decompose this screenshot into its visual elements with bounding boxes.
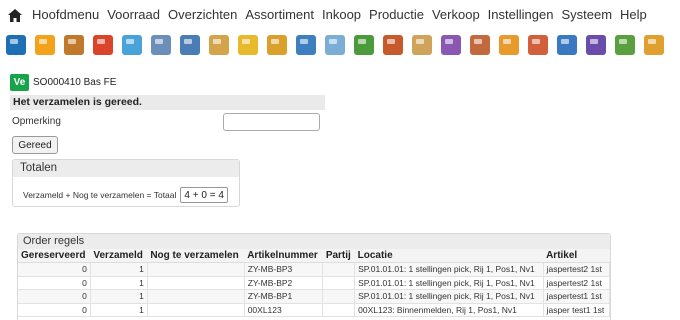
order-lines-title: Order regels	[18, 234, 610, 249]
col-nog-te-verzamelen[interactable]: Nog te verzamelen	[147, 249, 245, 263]
table-header-row: Gereserveerd Verzameld Nog te verzamelen…	[18, 249, 610, 263]
cell-nog-te-verzamelen	[147, 276, 245, 290]
col-verzameld[interactable]: Verzameld	[90, 249, 148, 263]
totals-body: Verzameld + Nog te verzamelen = Totaal 4…	[23, 187, 228, 203]
totals-title: Totalen	[13, 160, 239, 177]
box-plus-icon[interactable]	[238, 35, 258, 55]
user-icon[interactable]	[644, 35, 664, 55]
cell-artikelnummer: ZY-MB-BP1	[244, 289, 324, 304]
cell-locatie: SP.01.01.01: 1 stellingen pick, Rij 1, P…	[354, 276, 544, 290]
box-write-icon[interactable]	[586, 35, 606, 55]
menu-help[interactable]: Help	[616, 0, 651, 30]
cell-artikelnummer: 00XL123	[244, 303, 324, 317]
menu-instellingen[interactable]: Instellingen	[484, 0, 558, 30]
cell-artikel: jaspertest2 1st	[543, 262, 610, 277]
totals-formula-label: Verzameld + Nog te verzamelen = Totaal	[23, 190, 177, 200]
menu-inkoop[interactable]: Inkoop	[318, 0, 365, 30]
remark-input[interactable]	[223, 113, 320, 131]
record-badge: Ve	[10, 74, 29, 91]
home-icon[interactable]	[2, 0, 28, 30]
done-button[interactable]: Gereed	[12, 136, 58, 154]
zoom-icon[interactable]	[325, 35, 345, 55]
menu-overzichten[interactable]: Overzichten	[164, 0, 241, 30]
cell-locatie: SP.01.01.01: 1 stellingen pick, Rij 1, P…	[354, 289, 544, 304]
box-blue-icon[interactable]	[557, 35, 577, 55]
phone-icon[interactable]	[6, 35, 26, 55]
search-icon[interactable]	[296, 35, 316, 55]
status-message: Het verzamelen is gereed.	[10, 95, 325, 110]
menu-assortiment[interactable]: Assortiment	[241, 0, 318, 30]
cell-partij	[322, 276, 356, 290]
menu-voorraad[interactable]: Voorraad	[103, 0, 164, 30]
cell-partij	[322, 262, 356, 277]
folder-icon[interactable]	[35, 35, 55, 55]
menu-hoofdmenu[interactable]: Hoofdmenu	[28, 0, 103, 30]
col-artikel[interactable]: Artikel	[543, 249, 610, 263]
menu-verkoop[interactable]: Verkoop	[428, 0, 484, 30]
cell-verzameld: 1	[90, 289, 148, 304]
grid-icon[interactable]	[151, 35, 171, 55]
box-add-icon[interactable]	[180, 35, 200, 55]
table-row[interactable]: 0 1 ZY-MB-BP2 SP.01.01.01: 1 stellingen …	[18, 276, 610, 290]
col-partij[interactable]: Partij	[322, 249, 355, 263]
cell-nog-te-verzamelen	[147, 289, 245, 304]
pallet-icon[interactable]	[64, 35, 84, 55]
order-lines-panel: Order regels Gereserveerd Verzameld Nog …	[17, 233, 611, 320]
cell-verzameld: 1	[90, 262, 148, 277]
box-doc-icon[interactable]	[470, 35, 490, 55]
cell-partij	[322, 303, 356, 317]
cell-nog-te-verzamelen	[147, 303, 245, 317]
totals-calc: 4 + 0 = 4	[180, 187, 228, 203]
menu-systeem[interactable]: Systeem	[557, 0, 616, 30]
cell-artikelnummer: ZY-MB-BP2	[244, 276, 324, 290]
menu-bar: Hoofdmenu Voorraad Overzichten Assortime…	[0, 0, 680, 30]
cell-gereserveerd: 0	[18, 262, 91, 277]
totals-panel: Totalen Verzameld + Nog te verzamelen = …	[12, 159, 240, 207]
cell-gereserveerd: 0	[18, 289, 91, 304]
cell-gereserveerd: 0	[18, 303, 91, 317]
order-lines-table: Gereserveerd Verzameld Nog te verzamelen…	[18, 249, 610, 317]
cell-artikel: jaspertest2 1st	[543, 276, 610, 290]
cell-artikel: jasper test1 1st	[543, 303, 610, 317]
user-box-icon[interactable]	[499, 35, 519, 55]
cell-artikelnummer: ZY-MB-BP3	[244, 262, 324, 277]
cell-gereserveerd: 0	[18, 276, 91, 290]
document-icon[interactable]	[122, 35, 142, 55]
globe-icon[interactable]	[354, 35, 374, 55]
box-edit-icon[interactable]	[412, 35, 432, 55]
menu-productie[interactable]: Productie	[365, 0, 428, 30]
table-row[interactable]: 0 1 00XL123 00XL123: Binnenmelden, Rij 1…	[18, 303, 610, 317]
col-locatie[interactable]: Locatie	[354, 249, 544, 263]
pen-icon[interactable]	[441, 35, 461, 55]
box-link-icon[interactable]	[528, 35, 548, 55]
box-green-icon[interactable]	[615, 35, 635, 55]
record-header: Ve SO000410 Bas FE	[10, 74, 116, 91]
remark-label: Opmerking	[12, 116, 61, 127]
cell-locatie: SP.01.01.01: 1 stellingen pick, Rij 1, P…	[354, 262, 544, 277]
box-check-icon[interactable]	[383, 35, 403, 55]
cell-nog-te-verzamelen	[147, 262, 245, 277]
cell-partij	[322, 289, 356, 304]
table-row[interactable]: 0 1 ZY-MB-BP1 SP.01.01.01: 1 stellingen …	[18, 289, 610, 304]
cell-verzameld: 1	[90, 303, 148, 317]
box-star-icon[interactable]	[267, 35, 287, 55]
col-gereserveerd[interactable]: Gereserveerd	[18, 249, 91, 263]
tray-icon[interactable]	[209, 35, 229, 55]
cell-verzameld: 1	[90, 276, 148, 290]
col-artikelnummer[interactable]: Artikelnummer	[244, 249, 323, 263]
cell-artikel: jaspertest1 1st	[543, 289, 610, 304]
record-id: SO000410 Bas FE	[33, 77, 117, 88]
toolbar	[0, 30, 680, 60]
table-row[interactable]: 0 1 ZY-MB-BP3 SP.01.01.01: 1 stellingen …	[18, 262, 610, 277]
cell-locatie: 00XL123: Binnenmelden, Rij 1, Pos1, Nv1	[354, 303, 544, 317]
package-icon[interactable]	[93, 35, 113, 55]
